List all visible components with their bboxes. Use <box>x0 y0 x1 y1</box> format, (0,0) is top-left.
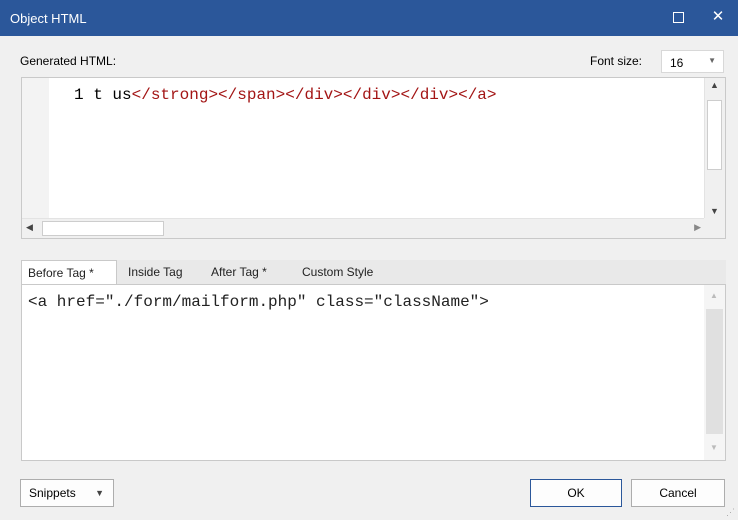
editor-vertical-scrollbar[interactable]: ▲ ▼ <box>704 285 725 460</box>
title-bar: Object HTML ✕ <box>0 0 738 36</box>
tab-custom-style[interactable]: Custom Style <box>302 260 373 284</box>
tag-editor[interactable]: <a href="./form/mailform.php" class="cla… <box>21 284 726 461</box>
cancel-button[interactable]: Cancel <box>631 479 725 507</box>
code-tag: </div> <box>285 86 343 104</box>
snippets-label: Snippets <box>29 486 76 500</box>
ok-button[interactable]: OK <box>530 479 622 507</box>
code-tag: </div> <box>400 86 459 104</box>
resize-grip-icon[interactable]: ⋰ <box>726 507 735 518</box>
scrollbar-thumb[interactable] <box>707 100 722 170</box>
code-line: 1 t us</strong></span></div></div></div>… <box>74 86 497 104</box>
code-tag: </strong> <box>131 86 219 104</box>
generated-html-label: Generated HTML: <box>20 54 117 68</box>
font-size-select[interactable]: 16 ▼ <box>661 50 724 73</box>
horizontal-scrollbar[interactable]: ◀ ▶ <box>22 218 705 238</box>
chevron-down-icon: ▼ <box>95 488 104 498</box>
maximize-button[interactable] <box>658 0 698 36</box>
close-button[interactable]: ✕ <box>698 0 738 36</box>
scroll-up-icon[interactable]: ▲ <box>710 80 719 90</box>
line-number: 1 <box>74 86 84 104</box>
font-size-value: 16 <box>670 56 684 70</box>
line-gutter <box>22 78 49 218</box>
scroll-down-icon[interactable]: ▼ <box>710 443 718 452</box>
scroll-left-icon[interactable]: ◀ <box>26 222 33 233</box>
scrollbar-thumb[interactable] <box>42 221 164 236</box>
window-title: Object HTML <box>10 11 87 26</box>
close-icon: ✕ <box>711 8 725 25</box>
tab-before-tag[interactable]: Before Tag * <box>21 260 117 285</box>
snippets-button[interactable]: Snippets ▼ <box>20 479 114 507</box>
vertical-scrollbar[interactable]: ▲ ▼ <box>704 78 725 218</box>
tab-inside-tag[interactable]: Inside Tag <box>128 260 183 284</box>
code-tag: </div> <box>342 86 401 104</box>
code-tag: </span> <box>218 86 286 104</box>
editor-text[interactable]: <a href="./form/mailform.php" class="cla… <box>28 293 489 311</box>
scroll-right-icon[interactable]: ▶ <box>694 222 701 233</box>
tab-after-tag[interactable]: After Tag * <box>211 260 267 284</box>
scrollbar-thumb[interactable] <box>706 309 723 434</box>
chevron-down-icon: ▼ <box>708 56 716 65</box>
generated-html-viewer[interactable]: 1 t us</strong></span></div></div></div>… <box>21 77 726 239</box>
scroll-down-icon[interactable]: ▼ <box>710 206 719 216</box>
code-text: t us <box>93 86 132 104</box>
tab-bar: Before Tag * Inside Tag After Tag * Cust… <box>21 260 726 285</box>
scrollbar-corner <box>704 218 725 238</box>
font-size-label: Font size: <box>590 54 643 68</box>
code-tag: </a> <box>458 86 497 104</box>
scroll-up-icon[interactable]: ▲ <box>710 291 718 300</box>
maximize-icon <box>672 12 684 24</box>
